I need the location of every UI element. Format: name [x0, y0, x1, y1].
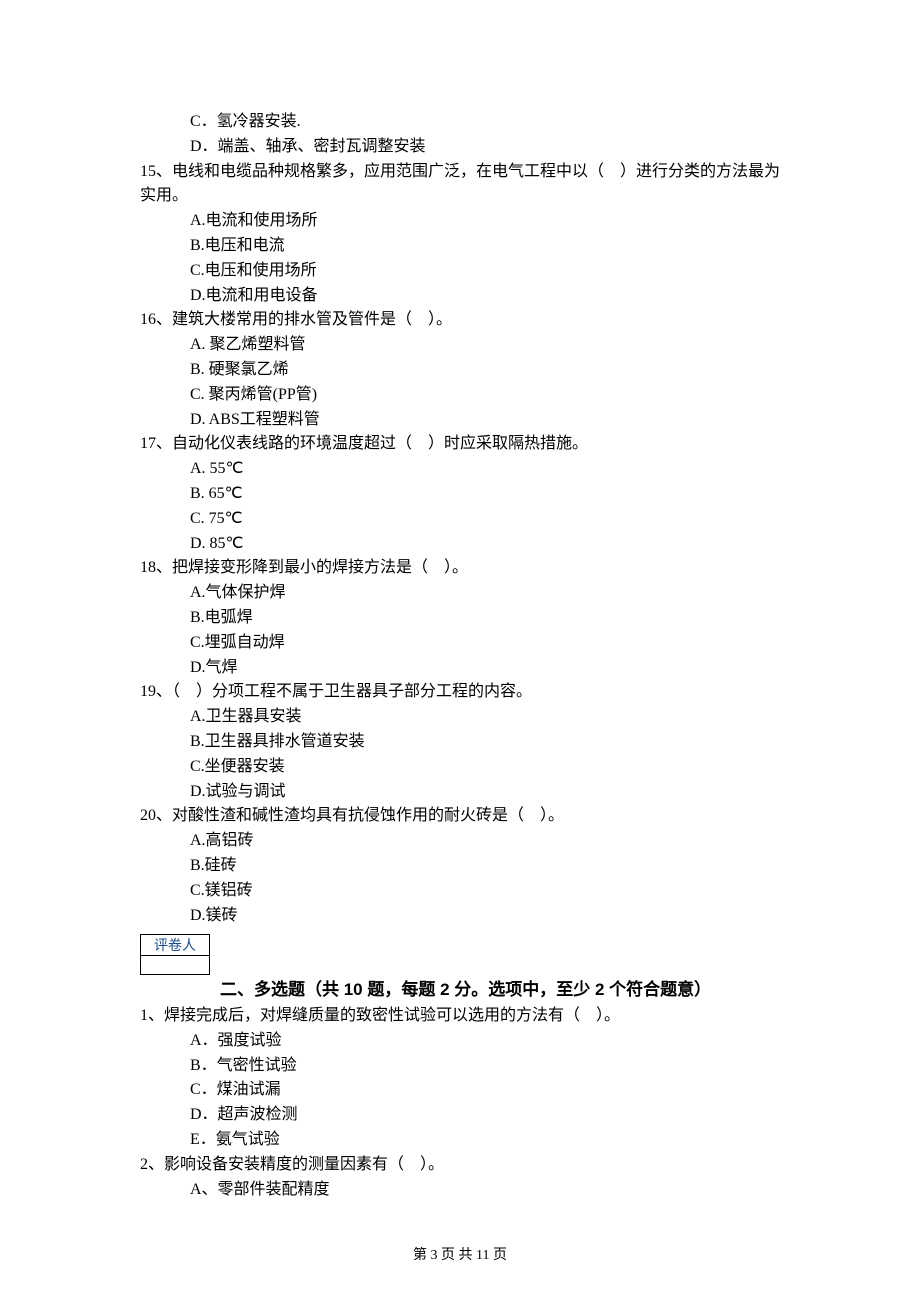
- q17-stem: 17、自动化仪表线路的环境温度超过（ ）时应采取隔热措施。: [140, 432, 780, 457]
- q16-option-a: A. 聚乙烯塑料管: [140, 333, 780, 358]
- grader-label: 评卷人: [140, 934, 210, 956]
- q17-option-b: B. 65℃: [140, 482, 780, 507]
- page-container: C．氢冷器安装. D．端盖、轴承、密封瓦调整安装 15、电线和电缆品种规格繁多，…: [0, 0, 920, 1302]
- q15-option-b: B.电压和电流: [140, 234, 780, 259]
- q18-option-d: D.气焊: [140, 656, 780, 681]
- mq1-option-a: A．强度试验: [140, 1029, 780, 1054]
- q19-option-b: B.卫生器具排水管道安装: [140, 730, 780, 755]
- q14-option-d: D．端盖、轴承、密封瓦调整安装: [140, 135, 780, 160]
- q18-option-b: B.电弧焊: [140, 606, 780, 631]
- q18-option-a: A.气体保护焊: [140, 581, 780, 606]
- q20-option-b: B.硅砖: [140, 854, 780, 879]
- q16-option-d: D. ABS工程塑料管: [140, 408, 780, 433]
- q20-option-d: D.镁砖: [140, 904, 780, 929]
- q17-option-d: D. 85℃: [140, 532, 780, 557]
- q19-option-c: C.坐便器安装: [140, 755, 780, 780]
- q18-option-c: C.埋弧自动焊: [140, 631, 780, 656]
- q20-option-a: A.高铝砖: [140, 829, 780, 854]
- mq1-option-b: B．气密性试验: [140, 1054, 780, 1079]
- q16-option-c: C. 聚丙烯管(PP管): [140, 383, 780, 408]
- mq1-option-d: D．超声波检测: [140, 1103, 780, 1128]
- q20-stem: 20、对酸性渣和碱性渣均具有抗侵蚀作用的耐火砖是（ ）。: [140, 804, 780, 829]
- q15-stem: 15、电线和电缆品种规格繁多，应用范围广泛，在电气工程中以（ ）进行分类的方法最…: [140, 160, 780, 210]
- mq1-stem: 1、焊接完成后，对焊缝质量的致密性试验可以选用的方法有（ ）。: [140, 1004, 780, 1029]
- section-2-title: 二、多选题（共 10 题，每题 2 分。选项中，至少 2 个符合题意）: [220, 980, 711, 999]
- q17-option-c: C. 75℃: [140, 507, 780, 532]
- q19-option-a: A.卫生器具安装: [140, 705, 780, 730]
- q15-option-c: C.电压和使用场所: [140, 259, 780, 284]
- q20-option-c: C.镁铝砖: [140, 879, 780, 904]
- mq2-stem: 2、影响设备安装精度的测量因素有（ ）。: [140, 1153, 780, 1178]
- q17-option-a: A. 55℃: [140, 457, 780, 482]
- q19-stem: 19、（ ）分项工程不属于卫生器具子部分工程的内容。: [140, 680, 780, 705]
- q19-option-d: D.试验与调试: [140, 780, 780, 805]
- mq2-option-a: A、零部件装配精度: [140, 1178, 780, 1203]
- q15-option-d: D.电流和用电设备: [140, 284, 780, 309]
- mq1-option-c: C．煤油试漏: [140, 1078, 780, 1103]
- grader-empty-cell: [140, 956, 210, 975]
- section-2-row: 二、多选题（共 10 题，每题 2 分。选项中，至少 2 个符合题意）: [140, 977, 780, 1004]
- page-footer: 第 3 页 共 11 页: [0, 1244, 920, 1264]
- q14-option-c: C．氢冷器安装.: [140, 110, 780, 135]
- q18-stem: 18、把焊接变形降到最小的焊接方法是（ ）。: [140, 556, 780, 581]
- q16-stem: 16、建筑大楼常用的排水管及管件是（ ）。: [140, 308, 780, 333]
- grader-box: 评卷人: [140, 934, 210, 975]
- mq1-option-e: E．氨气试验: [140, 1128, 780, 1153]
- q16-option-b: B. 硬聚氯乙烯: [140, 358, 780, 383]
- q15-option-a: A.电流和使用场所: [140, 209, 780, 234]
